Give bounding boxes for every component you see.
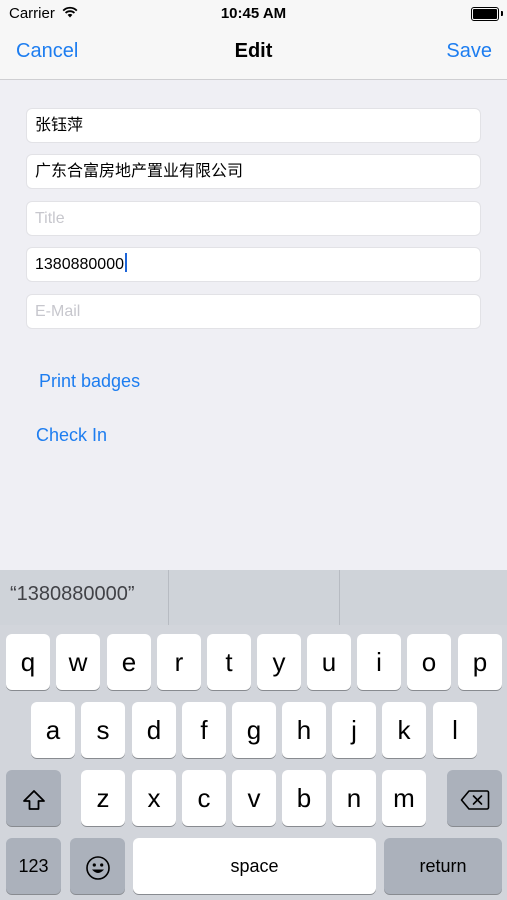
key-q[interactable]: q: [6, 634, 50, 690]
shift-key[interactable]: [6, 770, 61, 826]
predictive-bar: “1380880000”: [0, 570, 507, 625]
key-e[interactable]: e: [107, 634, 151, 690]
company-value: 广东合富房地产置业有限公司: [35, 163, 244, 180]
key-k[interactable]: k: [382, 702, 426, 758]
phone-field[interactable]: 1380880000: [26, 247, 481, 282]
key-j[interactable]: j: [332, 702, 376, 758]
key-b[interactable]: b: [282, 770, 326, 826]
suggestion-text: “1380880000”: [10, 583, 135, 605]
key-z[interactable]: z: [81, 770, 125, 826]
key-w[interactable]: w: [56, 634, 100, 690]
key-f[interactable]: f: [182, 702, 226, 758]
clock: 10:45 AM: [220, 5, 287, 22]
space-key[interactable]: space: [133, 838, 376, 894]
key-i[interactable]: i: [357, 634, 401, 690]
delete-icon: [460, 783, 490, 813]
key-h[interactable]: h: [282, 702, 326, 758]
key-g[interactable]: g: [232, 702, 276, 758]
emoji-key[interactable]: [70, 838, 125, 894]
key-c[interactable]: c: [182, 770, 226, 826]
key-v[interactable]: v: [232, 770, 276, 826]
page-title: Edit: [234, 40, 273, 62]
key-u[interactable]: u: [307, 634, 351, 690]
key-p[interactable]: p: [458, 634, 502, 690]
suggestion-slot-3[interactable]: [340, 570, 507, 625]
status-bar: Carrier 10:45 AM: [0, 0, 507, 28]
key-d[interactable]: d: [132, 702, 176, 758]
return-key[interactable]: return: [384, 838, 502, 894]
battery-icon: [471, 7, 499, 21]
key-s[interactable]: s: [81, 702, 125, 758]
title-placeholder: Title: [35, 210, 65, 227]
numbers-key[interactable]: 123: [6, 838, 61, 894]
key-t[interactable]: t: [207, 634, 251, 690]
email-placeholder: E-Mail: [35, 303, 81, 320]
check-in-button[interactable]: Check In: [36, 425, 107, 446]
phone-value: 1380880000: [35, 256, 124, 273]
key-n[interactable]: n: [332, 770, 376, 826]
keyboard: q w e r t y u i o p a s d f g h j k l z …: [0, 625, 507, 900]
key-x[interactable]: x: [132, 770, 176, 826]
name-value: 张钰萍: [35, 117, 84, 134]
key-y[interactable]: y: [257, 634, 301, 690]
key-l[interactable]: l: [433, 702, 477, 758]
battery-tip: [501, 11, 503, 16]
key-a[interactable]: a: [31, 702, 75, 758]
navigation-bar: Cancel Edit Save: [0, 28, 507, 80]
suggestion-slot-2[interactable]: [169, 570, 339, 625]
name-field[interactable]: 张钰萍: [26, 108, 481, 143]
key-r[interactable]: r: [157, 634, 201, 690]
email-field[interactable]: E-Mail: [26, 294, 481, 329]
key-o[interactable]: o: [407, 634, 451, 690]
shift-icon: [21, 783, 47, 813]
key-m[interactable]: m: [382, 770, 426, 826]
title-field[interactable]: Title: [26, 201, 481, 236]
save-button[interactable]: Save: [446, 40, 492, 63]
text-cursor: [124, 253, 127, 272]
delete-key[interactable]: [447, 770, 502, 826]
suggestion-slot-1[interactable]: “1380880000”: [0, 570, 168, 625]
print-badges-button[interactable]: Print badges: [39, 371, 140, 392]
emoji-icon: [85, 851, 111, 881]
company-field[interactable]: 广东合富房地产置业有限公司: [26, 154, 481, 189]
